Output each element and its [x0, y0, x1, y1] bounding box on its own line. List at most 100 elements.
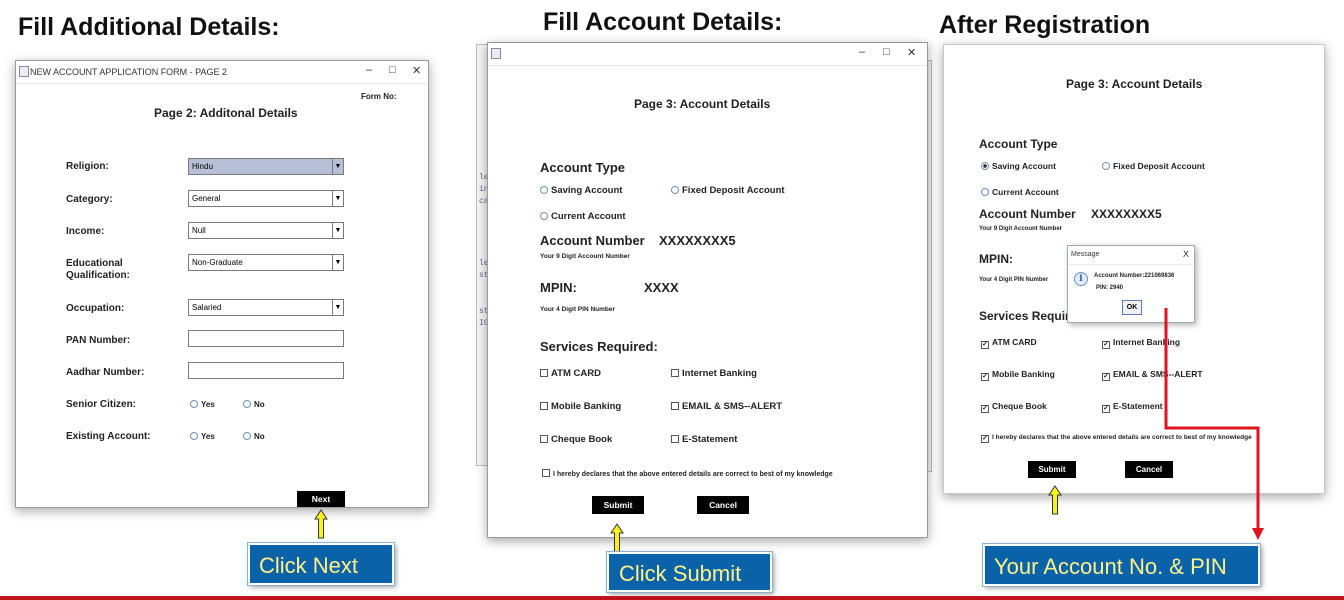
mobile-banking-checkbox[interactable]: Mobile Banking [540, 401, 621, 412]
existing-no-label: No [254, 432, 265, 441]
page2-title-bar: NEW ACCOUNT APPLICATION FORM - PAGE 2 – … [16, 61, 428, 84]
yellow-up-arrow-after [1048, 485, 1062, 515]
account-number-label: Account Number [540, 233, 645, 248]
dialog-pin: PIN: 2940 [1096, 285, 1124, 291]
senior-yes-radio[interactable]: Yes [190, 400, 215, 409]
category-value: General [192, 194, 221, 203]
declaration-label: I hereby declares that the above entered… [553, 471, 833, 478]
current-account-label: Current Account [551, 211, 626, 222]
mpin-label: MPIN: [540, 280, 577, 295]
e-statement-checkbox[interactable]: E-Statement [671, 434, 737, 445]
income-value: Null [192, 226, 206, 235]
fixed-deposit-radio[interactable]: Fixed Deposit Account [671, 185, 785, 196]
senior-no-label: No [254, 400, 265, 409]
after-saving-account-radio[interactable]: Saving Account [981, 161, 1056, 171]
category-select[interactable]: General ▼ [188, 190, 344, 207]
after-atm-card-checkbox[interactable]: ✓ ATM CARD [981, 337, 1037, 349]
message-dialog-title: Message [1071, 251, 1100, 258]
existing-yes-label: Yes [201, 432, 215, 441]
close-button[interactable]: ✕ [907, 46, 916, 59]
internet-banking-checkbox[interactable]: Internet Banking [671, 368, 757, 379]
checkbox-icon [540, 369, 548, 377]
religion-label: Religion: [66, 161, 109, 172]
account-number-hint: Your 9 Digit Account Number [540, 253, 630, 260]
radio-icon [981, 188, 989, 196]
email-sms-alert-checkbox[interactable]: EMAIL & SMS--ALERT [671, 401, 782, 412]
cheque-book-checkbox[interactable]: Cheque Book [540, 434, 612, 445]
callout-click-submit: Click Submit [607, 552, 772, 592]
after-current-account-radio[interactable]: Current Account [981, 187, 1059, 197]
after-submit-button[interactable]: Submit [1028, 461, 1076, 478]
pan-label: PAN Number: [66, 335, 131, 346]
senior-no-radio[interactable]: No [243, 400, 265, 409]
radio-selected-icon [981, 162, 989, 170]
submit-button[interactable]: Submit [592, 496, 644, 514]
cheque-book-label: Cheque Book [551, 434, 613, 445]
after-services-required-label: Services Require [979, 309, 1077, 323]
radio-icon [540, 212, 548, 220]
dialog-close-icon[interactable]: X [1183, 249, 1189, 259]
yellow-up-arrow-submit [610, 523, 624, 553]
chevron-down-icon: ▼ [332, 300, 343, 315]
existing-no-radio[interactable]: No [243, 432, 265, 441]
after-mobile-banking-checkbox[interactable]: ✓ Mobile Banking [981, 369, 1055, 381]
current-account-radio[interactable]: Current Account [540, 211, 626, 222]
existing-account-label: Existing Account: [66, 431, 151, 442]
after-mobile-banking-label: Mobile Banking [992, 369, 1055, 379]
education-select[interactable]: Non-Graduate ▼ [188, 254, 344, 271]
minimize-button[interactable]: – [366, 64, 372, 76]
services-required-label: Services Required: [540, 339, 658, 354]
next-button[interactable]: Next [297, 491, 345, 507]
aadhar-label: Aadhar Number: [66, 367, 145, 378]
senior-yes-label: Yes [201, 400, 215, 409]
radio-icon [243, 432, 251, 440]
checkbox-icon [671, 435, 679, 443]
aadhar-input[interactable] [188, 362, 344, 379]
message-dialog-title-bar: Message X [1068, 246, 1194, 265]
after-atm-card-label: ATM CARD [992, 337, 1037, 347]
dialog-ok-button[interactable]: OK [1122, 300, 1142, 315]
religion-select[interactable]: Hindu ▼ [188, 158, 344, 175]
radio-icon [190, 400, 198, 408]
mpin-value: XXXX [644, 280, 679, 295]
saving-account-label: Saving Account [551, 185, 623, 196]
category-label: Category: [66, 194, 113, 205]
account-type-label: Account Type [540, 160, 625, 175]
radio-icon [243, 400, 251, 408]
after-fixed-deposit-radio[interactable]: Fixed Deposit Account [1102, 161, 1205, 171]
pan-input[interactable] [188, 330, 344, 347]
declaration-checkbox[interactable]: I hereby declares that the above entered… [542, 469, 833, 478]
after-mpin-hint: Your 4 Digit PIN Number [979, 277, 1049, 283]
maximize-button[interactable]: □ [883, 46, 890, 58]
page2-window: NEW ACCOUNT APPLICATION FORM - PAGE 2 – … [15, 60, 429, 508]
existing-yes-radio[interactable]: Yes [190, 432, 215, 441]
chevron-down-icon: ▼ [332, 191, 343, 206]
minimize-button[interactable]: – [859, 46, 865, 58]
education-label-line1: Educational [66, 258, 123, 269]
checkbox-checked-icon: ✓ [1102, 341, 1110, 349]
page2-window-title: NEW ACCOUNT APPLICATION FORM - PAGE 2 [30, 67, 228, 77]
occupation-select[interactable]: Salaried ▼ [188, 299, 344, 316]
after-cheque-book-checkbox[interactable]: ✓ Cheque Book [981, 401, 1047, 413]
checkbox-icon [671, 402, 679, 410]
income-select[interactable]: Null ▼ [188, 222, 344, 239]
maximize-button[interactable]: □ [389, 64, 396, 76]
chevron-down-icon: ▼ [332, 223, 343, 238]
saving-account-radio[interactable]: Saving Account [540, 185, 622, 196]
checkbox-checked-icon: ✓ [1102, 373, 1110, 381]
cancel-button[interactable]: Cancel [697, 496, 749, 514]
occupation-value: Salaried [192, 303, 222, 312]
after-cheque-book-label: Cheque Book [992, 401, 1047, 411]
mpin-hint: Your 4 Digit PIN Number [540, 306, 615, 313]
occupation-label: Occupation: [66, 303, 125, 314]
after-account-number-hint: Your 9 Digit Account Number [979, 226, 1063, 232]
radio-icon [671, 186, 679, 194]
callout-account-pin: Your Account No. & PIN [983, 544, 1260, 586]
heading-fill-additional-details: Fill Additional Details: [18, 13, 280, 41]
after-mpin-label: MPIN: [979, 252, 1013, 266]
atm-card-label: ATM CARD [551, 368, 601, 379]
dialog-account-number: Account Number:221069836 [1094, 273, 1175, 279]
close-button[interactable]: ✕ [412, 64, 421, 77]
checkbox-checked-icon: ✓ [981, 373, 989, 381]
atm-card-checkbox[interactable]: ATM CARD [540, 368, 601, 379]
